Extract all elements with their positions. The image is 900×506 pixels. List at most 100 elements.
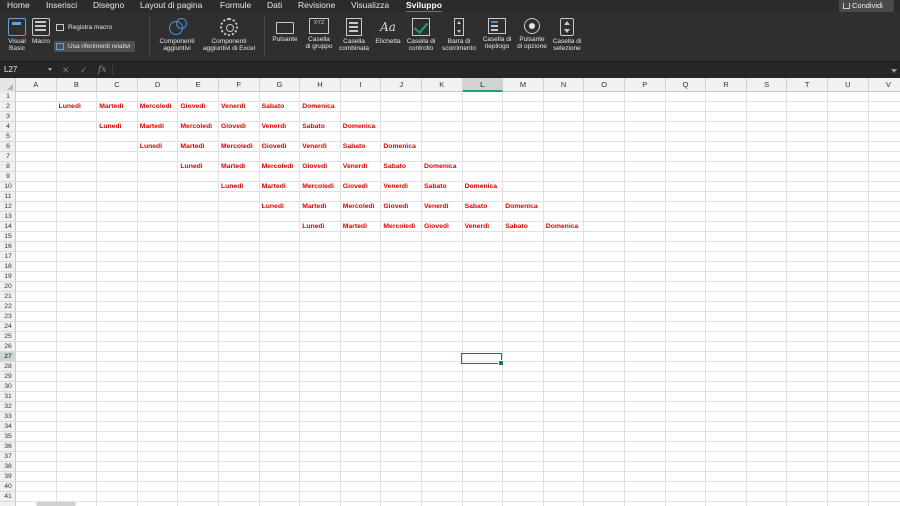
cell-i14[interactable]: Martedì xyxy=(341,222,367,232)
cell-g8[interactable]: Mercoledì xyxy=(260,162,294,172)
cell-k10[interactable]: Sabato xyxy=(422,182,447,192)
tab-inserisci[interactable]: Inserisci xyxy=(46,0,77,12)
row-header-22[interactable]: 22 xyxy=(0,302,16,312)
cell-l10[interactable]: Domenica xyxy=(463,182,497,192)
cell-c2[interactable]: Martedì xyxy=(97,102,123,112)
row-header-34[interactable]: 34 xyxy=(0,422,16,432)
spin-box-control[interactable]: Casella di selezione xyxy=(550,18,584,52)
column-header-f[interactable]: F xyxy=(219,78,260,92)
row-header-35[interactable]: 35 xyxy=(0,432,16,442)
row-header-14[interactable]: 14 xyxy=(0,222,16,232)
tab-visualizza[interactable]: Visualizza xyxy=(351,0,389,12)
cell-g6[interactable]: Giovedì xyxy=(260,142,287,152)
cell-h8[interactable]: Giovedì xyxy=(300,162,327,172)
row-header-5[interactable]: 5 xyxy=(0,132,16,142)
column-header-q[interactable]: Q xyxy=(666,78,707,92)
column-header-u[interactable]: U xyxy=(828,78,869,92)
row-header-9[interactable]: 9 xyxy=(0,172,16,182)
cell-m14[interactable]: Sabato xyxy=(503,222,528,232)
cancel-icon[interactable]: ✕ xyxy=(62,64,70,76)
checkbox-control[interactable]: Casella di controllo xyxy=(404,18,438,52)
cell-h4[interactable]: Sabato xyxy=(300,122,325,132)
cell-e6[interactable]: Martedì xyxy=(178,142,204,152)
expand-formula-bar-icon[interactable] xyxy=(891,69,897,73)
column-header-p[interactable]: P xyxy=(625,78,666,92)
cell-g2[interactable]: Sabato xyxy=(260,102,285,112)
row-header-13[interactable]: 13 xyxy=(0,212,16,222)
cell-k8[interactable]: Domenica xyxy=(422,162,456,172)
cell-c4[interactable]: Lunedì xyxy=(97,122,121,132)
cell-f10[interactable]: Lunedì xyxy=(219,182,243,192)
cell-n14[interactable]: Domenica xyxy=(544,222,578,232)
relative-references-button[interactable]: Usa riferimenti relativi xyxy=(54,41,135,52)
tab-layout-di-pagina[interactable]: Layout di pagina xyxy=(140,0,202,12)
row-header-7[interactable]: 7 xyxy=(0,152,16,162)
column-header-d[interactable]: D xyxy=(138,78,179,92)
row-header-38[interactable]: 38 xyxy=(0,462,16,472)
column-header-l[interactable]: L xyxy=(462,78,504,92)
row-header-21[interactable]: 21 xyxy=(0,292,16,302)
row-header-23[interactable]: 23 xyxy=(0,312,16,322)
row-header-40[interactable]: 40 xyxy=(0,482,16,492)
group-box-control[interactable]: XYZ Casella di gruppo xyxy=(302,18,336,50)
cell-l12[interactable]: Sabato xyxy=(463,202,488,212)
column-header-n[interactable]: N xyxy=(544,78,585,92)
cell-k12[interactable]: Venerdì xyxy=(422,202,449,212)
row-header-12[interactable]: 12 xyxy=(0,202,16,212)
tab-revisione[interactable]: Revisione xyxy=(298,0,335,12)
column-header-v[interactable]: V xyxy=(869,78,900,92)
enter-icon[interactable]: ✓ xyxy=(80,64,88,76)
tab-home[interactable]: Home xyxy=(7,0,30,12)
tab-formule[interactable]: Formule xyxy=(220,0,251,12)
column-header-o[interactable]: O xyxy=(584,78,625,92)
scrollbar-control[interactable]: Barra di scorrimento xyxy=(440,18,478,52)
cell-j14[interactable]: Mercoledì xyxy=(381,222,415,232)
row-header-41[interactable]: 41 xyxy=(0,492,16,502)
cell-h6[interactable]: Venerdì xyxy=(300,142,327,152)
row-header-11[interactable]: 11 xyxy=(0,192,16,202)
row-header-2[interactable]: 2 xyxy=(0,102,16,112)
row-header-17[interactable]: 17 xyxy=(0,252,16,262)
cell-j8[interactable]: Sabato xyxy=(381,162,406,172)
cell-i4[interactable]: Domenica xyxy=(341,122,375,132)
cell-e2[interactable]: Giovedì xyxy=(178,102,205,112)
row-header-1[interactable]: 1 xyxy=(0,92,16,102)
column-header-h[interactable]: H xyxy=(300,78,341,92)
cell-e8[interactable]: Lunedì xyxy=(178,162,202,172)
cell-k14[interactable]: Giovedì xyxy=(422,222,449,232)
cell-b2[interactable]: Lunedì xyxy=(57,102,81,112)
column-header-k[interactable]: K xyxy=(422,78,463,92)
row-header-20[interactable]: 20 xyxy=(0,282,16,292)
cell-g4[interactable]: Venerdì xyxy=(260,122,287,132)
row-header-28[interactable]: 28 xyxy=(0,362,16,372)
cell-j6[interactable]: Domenica xyxy=(381,142,415,152)
row-header-31[interactable]: 31 xyxy=(0,392,16,402)
cell-j12[interactable]: Giovedì xyxy=(381,202,408,212)
active-cell-l27[interactable] xyxy=(461,353,504,366)
option-button-control[interactable]: Pulsante di opzione xyxy=(515,18,549,50)
column-header-s[interactable]: S xyxy=(747,78,788,92)
cell-m12[interactable]: Domenica xyxy=(503,202,537,212)
row-header-27[interactable]: 27 xyxy=(0,352,16,362)
row-header-25[interactable]: 25 xyxy=(0,332,16,342)
cell-i10[interactable]: Giovedì xyxy=(341,182,368,192)
row-header-4[interactable]: 4 xyxy=(0,122,16,132)
select-all-button[interactable] xyxy=(0,78,16,92)
column-header-g[interactable]: G xyxy=(260,78,301,92)
cell-d4[interactable]: Martedì xyxy=(138,122,164,132)
tab-dati[interactable]: Dati xyxy=(267,0,282,12)
name-box[interactable]: L27 xyxy=(4,64,52,76)
list-box-control[interactable]: Casella di riepilogo xyxy=(480,18,514,50)
cell-f8[interactable]: Martedì xyxy=(219,162,245,172)
row-header-10[interactable]: 10 xyxy=(0,182,16,192)
row-header-3[interactable]: 3 xyxy=(0,112,16,122)
cell-e4[interactable]: Mercoledì xyxy=(178,122,212,132)
row-header-24[interactable]: 24 xyxy=(0,322,16,332)
label-control[interactable]: Aa Etichetta xyxy=(372,18,404,45)
chevron-down-icon[interactable] xyxy=(48,68,52,71)
row-header-33[interactable]: 33 xyxy=(0,412,16,422)
record-macro-button[interactable]: Registra macro xyxy=(54,22,112,33)
share-button[interactable]: Condividi xyxy=(839,0,894,12)
row-header-8[interactable]: 8 xyxy=(0,162,16,172)
row-header-39[interactable]: 39 xyxy=(0,472,16,482)
